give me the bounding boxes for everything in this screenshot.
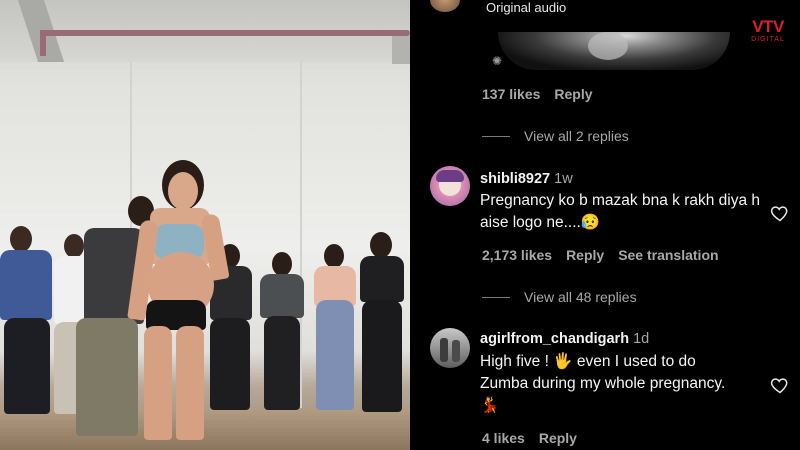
reply-button[interactable]: Reply xyxy=(539,430,577,446)
audio-avatar[interactable] xyxy=(430,0,460,12)
comment-media-thumbnail[interactable] xyxy=(498,32,730,70)
video-frame[interactable] xyxy=(0,0,410,450)
wall-seam xyxy=(300,62,302,422)
comment-time: 1d xyxy=(633,331,650,347)
reply-button[interactable]: Reply xyxy=(566,247,604,263)
comment-text: High five ! 🖐️ even I used to do Zumba d… xyxy=(480,351,780,417)
comment-text-line: Zumba during my whole pregnancy. xyxy=(480,375,726,392)
avatar[interactable] xyxy=(430,328,470,368)
likes-count[interactable]: 4 likes xyxy=(482,430,525,446)
comment-meta: 2,173 likes Reply See translation xyxy=(482,247,733,263)
comment-meta: 4 likes Reply xyxy=(482,430,591,446)
view-replies-button[interactable]: View all 48 replies xyxy=(482,289,637,305)
avatar[interactable] xyxy=(430,166,470,206)
original-audio-link[interactable]: Original audio xyxy=(486,0,566,15)
username[interactable]: shibli8927 xyxy=(480,171,550,187)
ceiling-beam xyxy=(392,34,410,64)
thread-icon: ✺ xyxy=(492,54,503,68)
view-replies-label: View all 2 replies xyxy=(524,128,629,144)
comment-meta: 137 likes Reply xyxy=(482,86,607,102)
comments-panel: Original audio ✺ VTV DIGITAL 137 likes Re… xyxy=(410,0,800,450)
username[interactable]: agirlfrom_chandigarh xyxy=(480,331,629,347)
vtv-digital-logo: VTV DIGITAL xyxy=(740,18,796,44)
studio-floor xyxy=(0,408,410,450)
comment-text-line: High five ! 🖐️ even I used to do xyxy=(480,353,696,370)
likes-count[interactable]: 137 likes xyxy=(482,86,540,102)
logo-subtitle: DIGITAL xyxy=(751,36,785,43)
heart-outline-icon[interactable] xyxy=(770,375,790,395)
ceiling-pipe xyxy=(40,30,410,36)
comment-author[interactable]: shibli8927 1w xyxy=(480,171,573,187)
ceiling-pipe xyxy=(40,30,46,56)
logo-brand: VTV xyxy=(752,17,784,36)
replies-divider xyxy=(482,296,510,298)
likes-count[interactable]: 2,173 likes xyxy=(482,247,552,263)
comment-author[interactable]: agirlfrom_chandigarh 1d xyxy=(480,331,649,347)
reply-button[interactable]: Reply xyxy=(554,86,592,102)
heart-outline-icon[interactable] xyxy=(770,203,790,223)
view-replies-button[interactable]: View all 2 replies xyxy=(482,128,629,144)
replies-divider xyxy=(482,135,510,137)
comment-text: Pregnancy ko b mazak bna k rakh diya h a… xyxy=(480,192,761,231)
see-translation-button[interactable]: See translation xyxy=(618,247,718,263)
view-replies-label: View all 48 replies xyxy=(524,289,637,305)
comment-time: 1w xyxy=(554,171,573,187)
comment-text-line: 💃 xyxy=(480,397,500,414)
